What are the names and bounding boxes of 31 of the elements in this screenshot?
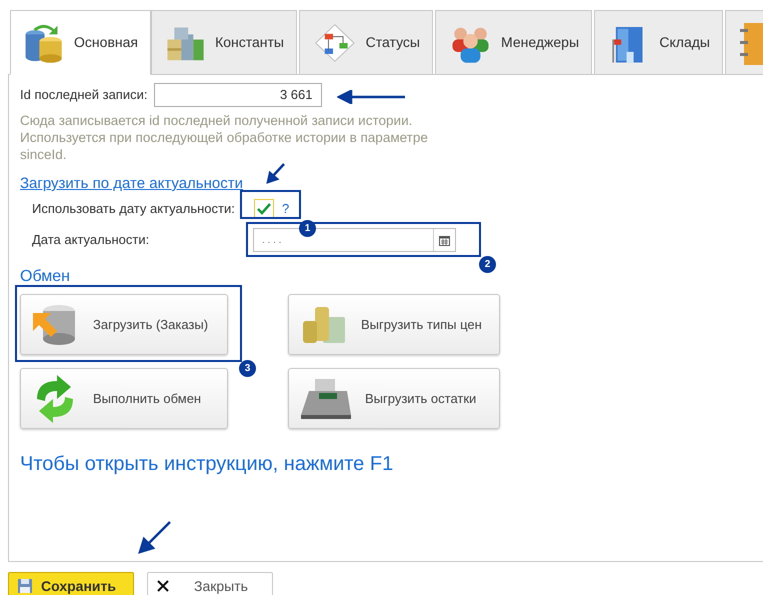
section-link[interactable]: Загрузить по дате актуальности [20,175,243,193]
tab[interactable]: Менеджеры [435,10,592,75]
tab[interactable]: Основная [10,10,151,75]
number-badge: 3 [239,360,256,377]
field-label: Id последней записи: [20,86,148,104]
tab[interactable]: Статусы [299,10,433,75]
section-title: Обмен [20,268,70,286]
arrow-icon [138,520,172,554]
arrow-icon [337,90,407,104]
checkbox-label: Использовать дату актуальности: [32,200,236,218]
action-button[interactable]: Выгрузить остатки [288,368,500,429]
checkbox[interactable] [254,199,274,219]
arrow-icon [266,162,286,184]
number-badge: 1 [299,220,316,237]
tab[interactable]: Константы [151,10,297,75]
save-button[interactable]: Сохранить [8,572,134,595]
action-button[interactable]: Загрузить (Заказы) [20,294,228,355]
help-link[interactable]: ? [282,199,290,219]
action-button[interactable]: Выгрузить типы цен [288,294,500,355]
close-button[interactable]: Закрыть [147,572,273,595]
number-badge: 2 [479,256,496,273]
id-field[interactable]: 3 661 [154,83,322,107]
calendar-icon [439,234,450,246]
tab[interactable]: Склады [594,10,723,75]
close-icon [156,579,170,593]
help-instruction: Чтобы открыть инструкцию, нажмите F1 [20,452,394,477]
hint-text: Сюда записывается id последней полученной записи истории. Используется при последующей обработке истории в параметре sinceId. [20,112,429,163]
action-button[interactable]: Выполнить обмен [20,368,228,429]
annotation-frame [240,190,301,219]
field-label: Дата актуальности: [32,231,150,250]
check-icon [256,201,272,217]
